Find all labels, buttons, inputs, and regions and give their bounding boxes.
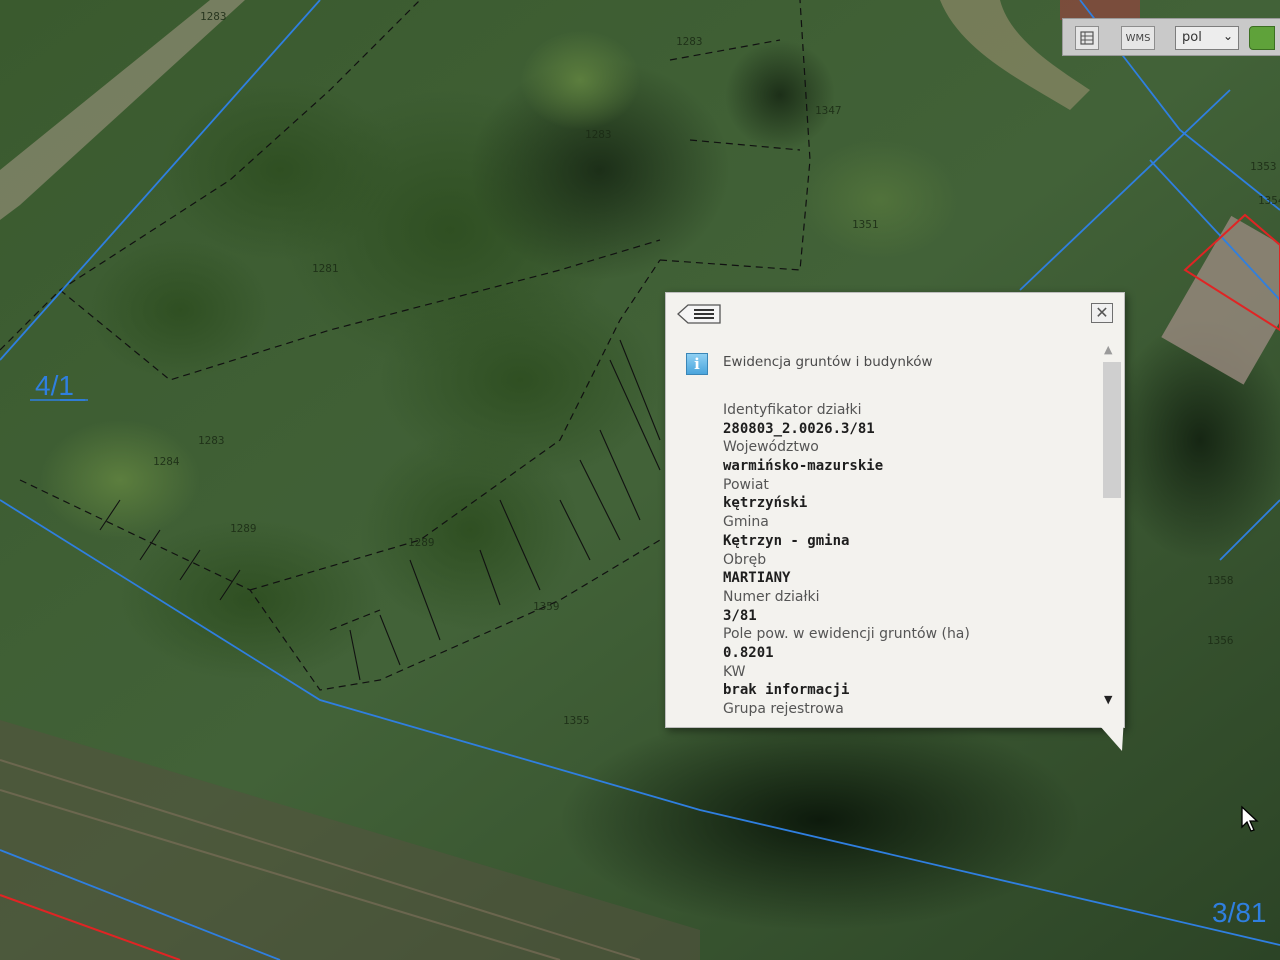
field-label: Powiat [723,476,769,493]
svg-text:1353: 1353 [1250,160,1277,173]
field-label: Obręb [723,551,767,568]
close-icon: ✕ [1095,303,1109,322]
scroll-up-icon[interactable]: ▲ [1104,343,1112,356]
parcel-label: 4/1 [35,370,74,401]
field-label: KW [723,663,746,680]
field-value: MARTIANY [723,570,791,587]
scroll-down-icon[interactable]: ▼ [1104,693,1112,706]
layers-icon [1080,31,1094,45]
field-value: brak informacji [723,682,850,699]
popup-title: Ewidencja gruntów i budynków [723,354,933,370]
field-label: Gmina [723,514,769,531]
field-value: kętrzyński [723,495,808,512]
svg-text:1359: 1359 [533,600,560,613]
svg-text:1356: 1356 [1207,634,1234,647]
svg-text:1355: 1355 [563,714,590,727]
svg-text:1283: 1283 [200,10,227,23]
svg-text:1283: 1283 [585,128,612,141]
list-icon[interactable] [676,303,722,325]
field-value: 280803_2.0026.3/81 [723,420,875,437]
chevron-down-icon: ⌄ [1222,29,1233,43]
building-2 [1060,0,1140,20]
svg-text:1347: 1347 [815,104,842,117]
language-value: pol [1182,30,1202,45]
wms-button[interactable]: WMS [1121,26,1155,50]
svg-text:1283: 1283 [676,35,703,48]
scroll-thumb[interactable] [1103,362,1121,498]
field-value: 3/81 [723,607,757,624]
svg-text:1283: 1283 [198,434,225,447]
feature-info-popup: ✕ i Ewidencja gruntów i budynków Identyf… [665,292,1125,728]
info-icon: i [686,353,708,375]
svg-text:1281: 1281 [312,262,339,275]
help-button[interactable] [1249,26,1275,50]
language-select[interactable]: pol ⌄ [1175,26,1239,50]
popup-scrollbar[interactable]: ▲ ▼ [1099,343,1121,708]
svg-text:1289: 1289 [230,522,257,535]
field-value: 0.8201 [723,644,774,661]
field-label: Grupa rejestrowa [723,701,844,717]
wms-label: WMS [1125,32,1151,44]
field-label: Województwo [723,439,819,456]
field-label: Identyfikator działki [723,402,862,418]
svg-text:1354: 1354 [1258,194,1280,207]
layers-button[interactable] [1075,26,1099,50]
field-value: warmińsko-mazurskie [723,458,884,475]
field-value: Kętrzyn - gmina [723,532,850,549]
parcel-label: 3/81 [1212,897,1267,928]
svg-text:1284: 1284 [153,455,180,468]
field-label: Pole pow. w ewidencji gruntów (ha) [723,626,970,643]
svg-text:1351: 1351 [852,218,879,231]
field-label: Numer działki [723,588,820,605]
attribute-list: Identyfikator działki 280803_2.0026.3/81… [723,401,1093,719]
popup-pointer [1092,717,1124,751]
svg-text:1289: 1289 [408,536,435,549]
svg-text:1358: 1358 [1207,574,1234,587]
mouse-cursor-icon [1241,805,1259,832]
map-toolbar: WMS pol ⌄ [1062,18,1280,56]
close-button[interactable]: ✕ [1091,303,1113,323]
